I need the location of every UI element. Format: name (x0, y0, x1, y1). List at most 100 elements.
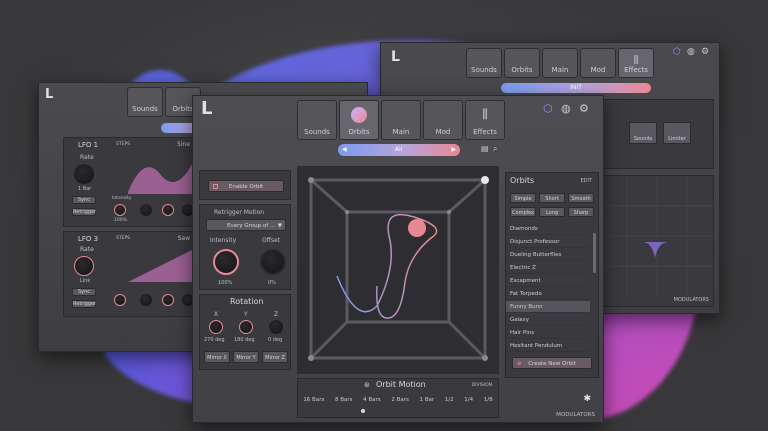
list-item[interactable]: Galaxy (506, 314, 590, 326)
rotation-x-knob[interactable] (209, 320, 223, 334)
list-item[interactable]: Dueling Butterflies (506, 249, 590, 261)
filter-simple[interactable]: Simple (510, 193, 536, 203)
list-item[interactable]: Hesitant Pendulum (506, 340, 590, 352)
lfo1-fadein-knob[interactable] (140, 204, 152, 216)
lfo3-retrigger-button[interactable]: Retrigger (72, 300, 96, 308)
orbit-icon (351, 107, 367, 123)
filter-long[interactable]: Long (539, 207, 565, 217)
division-label[interactable]: DIVISION (472, 383, 492, 388)
list-item[interactable]: Hair Pins (506, 327, 590, 339)
mirror-z-button[interactable]: Mirror Z (262, 351, 288, 363)
lfo1-smoothing-knob[interactable] (162, 204, 174, 216)
mirror-x-button[interactable]: Mirror X (204, 351, 230, 363)
orbit-cube-display[interactable] (297, 166, 499, 374)
rotation-y-knob[interactable] (239, 320, 253, 334)
cube-icon[interactable]: ⬡ (673, 47, 681, 57)
division-4-bars[interactable]: 4 Bars (363, 397, 381, 403)
modulators-label[interactable]: MODULATORS (674, 297, 709, 303)
lfo3-smoothing-knob[interactable] (162, 294, 174, 306)
division-2-bars[interactable]: 2 Bars (391, 397, 409, 403)
orbit-motion-panel: ⊛ Orbit Motion DIVISION 16 Bars 8 Bars 4… (297, 378, 499, 418)
preset-next-icon[interactable]: ▶ (451, 144, 456, 156)
filter-short[interactable]: Short (539, 193, 565, 203)
globe-icon[interactable]: ◍ (687, 47, 695, 57)
lfo3-title: LFO 3 (78, 235, 99, 243)
preset-prev-icon[interactable]: ◀ (342, 144, 347, 156)
lfo1-wave[interactable]: Sine (177, 141, 190, 148)
tab-main[interactable]: Main (542, 48, 578, 78)
preset-bar[interactable]: INIT (501, 83, 651, 93)
filter-sharp[interactable]: Sharp (568, 207, 594, 217)
main-preset-bar[interactable]: ◀ Air ▶ (338, 144, 460, 156)
right-limiter-button[interactable]: Limiter (663, 122, 691, 144)
main-cube-icon[interactable]: ⬡ (543, 102, 553, 115)
rotation-z-knob[interactable] (269, 320, 283, 334)
list-item[interactable]: Electric Z (506, 262, 590, 274)
orbit-motion-icon: ⊛ (364, 381, 370, 389)
lfo3-wave[interactable]: Saw (178, 235, 190, 242)
division-1-8[interactable]: 1/8 (484, 397, 493, 403)
tab-sounds[interactable]: Sounds (466, 48, 502, 78)
intensity-knob[interactable] (213, 249, 239, 275)
main-tab-orbits[interactable]: Orbits (339, 100, 379, 140)
lfo3-rate-knob[interactable] (74, 256, 94, 276)
list-item-selected[interactable]: Funny Bunn (506, 301, 590, 313)
list-item[interactable]: Disjunct Professor (506, 236, 590, 248)
every-group-dropdown[interactable]: Every Group of ... ▼ (206, 219, 286, 231)
main-gear-icon[interactable]: ⚙ (579, 102, 589, 115)
main-tab-main[interactable]: Main (381, 100, 421, 140)
orbits-list: Diamonds Disjunct Professor Dueling Butt… (506, 223, 598, 353)
lfo3-sync-button[interactable]: Sync (72, 288, 96, 296)
lfo3-intensity-knob[interactable] (114, 294, 126, 306)
lfo1-steps[interactable]: STEPS (116, 142, 130, 147)
lfo1-intensity-knob[interactable] (114, 204, 126, 216)
main-tab-mod[interactable]: Mod (423, 100, 463, 140)
offset-knob[interactable] (260, 249, 286, 275)
rotation-z-value: 0 deg (268, 337, 283, 343)
division-16-bars[interactable]: 16 Bars (303, 397, 324, 403)
main-globe-icon[interactable]: ◍ (561, 102, 571, 115)
lfo1-retrigger-button[interactable]: Retrigger (72, 208, 96, 216)
main-modulators-label[interactable]: MODULATORS (556, 412, 595, 418)
division-1-bar[interactable]: 1 Bar (420, 397, 435, 403)
division-1-2[interactable]: 1/2 (445, 397, 454, 403)
rotation-y-value: 180 deg (234, 337, 255, 343)
list-item[interactable]: Escapment (506, 275, 590, 287)
stage: L Sounds Orbits Main Mod Effects ⫼ INIT ⬡… (0, 0, 768, 431)
lfo3-steps[interactable]: STEPS (116, 236, 130, 241)
list-item[interactable]: Diamonds (506, 223, 590, 235)
intensity-label: Intensity (210, 237, 237, 244)
division-8-bars[interactable]: 8 Bars (335, 397, 353, 403)
filter-complex[interactable]: Complex (510, 207, 536, 217)
gear-icon[interactable]: ⚙ (701, 47, 709, 57)
rotation-y-label: Y (244, 311, 248, 318)
tab-mod[interactable]: Mod (580, 48, 616, 78)
tab-effects[interactable]: Effects ⫼ (618, 48, 654, 78)
orbits-edit[interactable]: EDIT (580, 178, 592, 184)
right-sounds-button[interactable]: Sounds (629, 122, 657, 144)
offset-value: 0% (268, 280, 276, 286)
orbit-corner-handle (481, 176, 489, 184)
list-item[interactable]: Fat Torpedo (506, 288, 590, 300)
lfo1-sync-button[interactable]: Sync (72, 196, 96, 204)
filter-smooth[interactable]: Smooth (568, 193, 594, 203)
orbits-scrollbar[interactable] (593, 233, 596, 273)
rotation-x-label: X (214, 311, 219, 318)
lfo1-rate-value: 1 Bar (78, 186, 92, 192)
orbit-motion-title: Orbit Motion (376, 380, 426, 389)
main-save-icon[interactable]: ▤ (481, 144, 489, 153)
tab-orbits[interactable]: Orbits (504, 48, 540, 78)
lfo3-fadein-knob[interactable] (140, 294, 152, 306)
tab-sounds-back[interactable]: Sounds (127, 87, 163, 117)
main-search-icon[interactable]: ⌕ (493, 144, 497, 154)
main-tab-effects[interactable]: ⫼ Effects (465, 100, 505, 140)
rotation-z-label: Z (274, 311, 279, 318)
mirror-y-button[interactable]: Mirror Y (233, 351, 259, 363)
enable-orbit-button[interactable]: Enable Orbit (208, 180, 284, 192)
division-1-4[interactable]: 1/4 (464, 397, 473, 403)
main-tab-sounds[interactable]: Sounds (297, 100, 337, 140)
main-window: L Sounds Orbits Main Mod ⫼ Effects ⬡ ◍ ⚙ … (192, 95, 604, 423)
create-new-orbit-button[interactable]: ⊕ Create New Orbit (512, 357, 592, 369)
division-options: 16 Bars 8 Bars 4 Bars 2 Bars 1 Bar 1/2 1… (298, 397, 498, 403)
lfo1-rate-knob[interactable] (74, 164, 94, 184)
